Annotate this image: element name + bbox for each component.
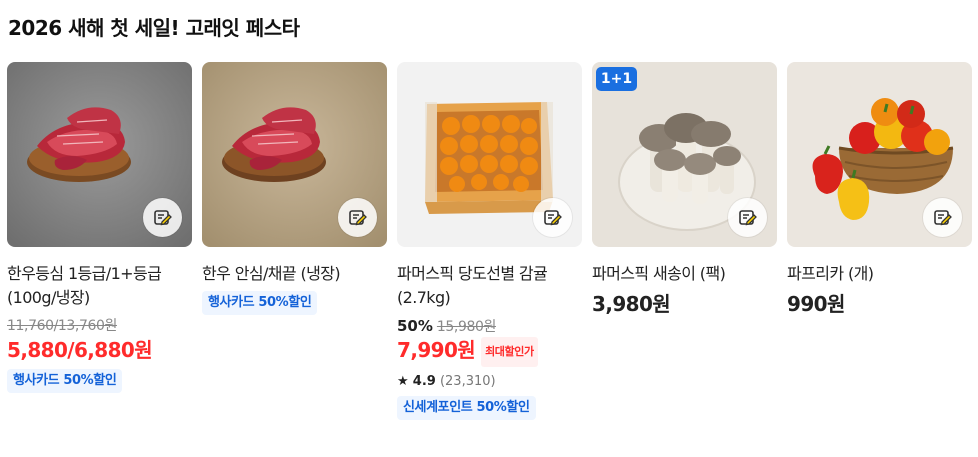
section-title: 2026 새해 첫 세일! 고래잇 페스타 — [8, 16, 300, 40]
memo-pencil-icon — [153, 209, 172, 225]
rating-score: 4.9 — [412, 373, 436, 389]
memo-button[interactable] — [338, 198, 377, 237]
product-name[interactable]: 파머스픽 당도선별 감귤(2.7kg) — [397, 262, 582, 310]
memo-button[interactable] — [728, 198, 767, 237]
rating: ★ 4.9 (23,310) — [397, 373, 582, 391]
product-name[interactable]: 한우 안심/채끝 (냉장) — [202, 262, 387, 286]
product-card[interactable]: 한우등심 1등급/1+등급(100g/냉장) 11,760/13,760원 5,… — [7, 62, 192, 393]
product-card[interactable]: 1+1 파머스픽 새송이 (팩) 3,980원 — [592, 62, 777, 318]
sale-price: 3,980원 — [592, 292, 671, 316]
product-thumbnail[interactable]: 1+1 — [592, 62, 777, 247]
original-price: 11,760/13,760원 — [7, 318, 117, 334]
sale-price: 5,880/6,880원 — [7, 338, 153, 362]
promo-chip: 행사카드 50%할인 — [202, 291, 318, 315]
sale-price: 7,990원 — [397, 338, 476, 362]
promo-chip: 신세계포인트 50%할인 — [397, 395, 536, 420]
product-name[interactable]: 파머스픽 새송이 (팩) — [592, 262, 777, 286]
max-discount-tag: 최대할인가 — [481, 336, 538, 367]
sale-price: 990원 — [787, 292, 845, 316]
sale-price-row: 7,990원 최대할인가 — [397, 336, 582, 367]
original-price-row: 11,760/13,760원 — [7, 316, 192, 336]
product-thumbnail[interactable] — [202, 62, 387, 247]
one-plus-one-badge: 1+1 — [596, 67, 637, 91]
product-thumbnail[interactable] — [397, 62, 582, 247]
promo-chip: 행사카드 50%할인 — [7, 369, 123, 393]
product-thumbnail[interactable] — [787, 62, 972, 247]
discount-rate: 50% — [397, 317, 433, 335]
memo-button[interactable] — [143, 198, 182, 237]
memo-pencil-icon — [543, 209, 562, 225]
memo-button[interactable] — [533, 198, 572, 237]
original-price-row: 50% 15,980원 — [397, 316, 582, 336]
product-grid: 한우등심 1등급/1+등급(100g/냉장) 11,760/13,760원 5,… — [7, 62, 975, 457]
star-icon: ★ — [397, 373, 409, 389]
product-card[interactable]: 한우 안심/채끝 (냉장) 행사카드 50%할인 — [202, 62, 387, 315]
memo-pencil-icon — [738, 209, 757, 225]
product-card[interactable]: 파프리카 (개) 990원 — [787, 62, 972, 318]
product-card[interactable]: 파머스픽 당도선별 감귤(2.7kg) 50% 15,980원 7,990원 최대할… — [397, 62, 582, 420]
product-thumbnail[interactable] — [7, 62, 192, 247]
memo-button[interactable] — [923, 198, 962, 237]
product-name[interactable]: 한우등심 1등급/1+등급(100g/냉장) — [7, 262, 192, 310]
product-name[interactable]: 파프리카 (개) — [787, 262, 972, 286]
memo-pencil-icon — [348, 209, 367, 225]
original-price: 15,980원 — [436, 319, 496, 335]
memo-pencil-icon — [933, 209, 952, 225]
review-count: (23,310) — [439, 373, 496, 389]
